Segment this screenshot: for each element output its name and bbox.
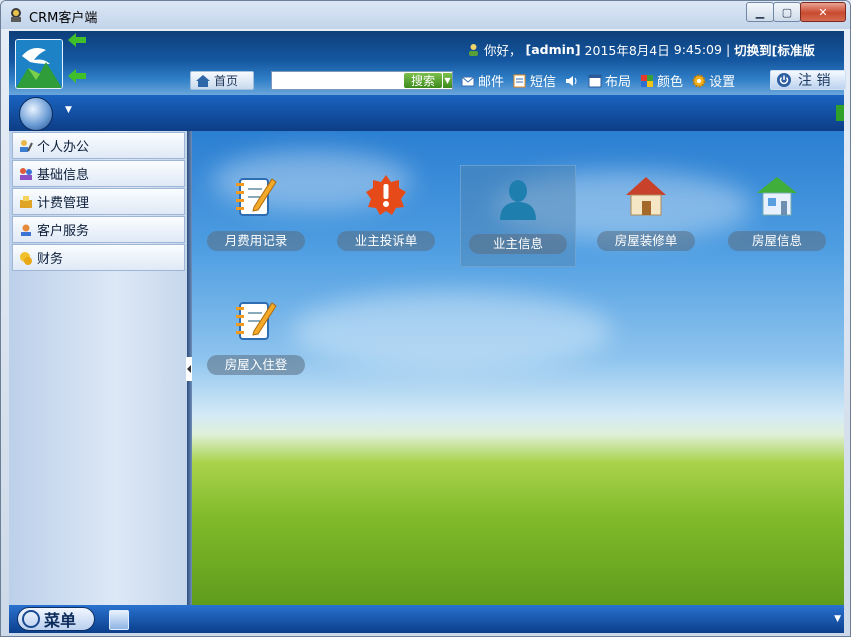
service-icon — [21, 224, 31, 236]
search-box: 搜索 ▼ — [271, 71, 453, 90]
search-dropdown[interactable]: ▼ — [443, 73, 452, 88]
notepad-icon — [236, 302, 277, 340]
start-menu-button[interactable]: 菜单 — [17, 607, 95, 631]
home-label: 首页 — [214, 74, 239, 88]
coin-icon — [20, 195, 32, 208]
header-separator: | — [725, 42, 731, 57]
switch-version-link[interactable]: 切换到[标准版 — [734, 40, 815, 59]
tile-house-check-in[interactable]: 房屋入住登 — [199, 287, 313, 387]
expand-handle[interactable] — [836, 105, 844, 121]
tile-owner-info[interactable]: 业主信息 — [460, 165, 576, 267]
user-icon — [469, 44, 478, 56]
menu-orb-icon — [22, 610, 40, 628]
sidebar-item-billing[interactable]: 计费管理 — [12, 188, 185, 215]
layout-label: 布局 — [605, 75, 632, 90]
maximize-button[interactable]: ▢ — [773, 2, 801, 22]
notepad-icon — [236, 178, 277, 216]
minimize-button[interactable]: ▁ — [746, 2, 774, 22]
toolbar: 邮件 短信 布局 颜色 设置 — [461, 71, 744, 90]
sms-label: 短信 — [530, 75, 557, 90]
title-bar: CRM客户端 ▁ ▢ ✕ — [1, 1, 850, 29]
sidebar-item-personal-office[interactable]: 个人办公 — [12, 132, 185, 159]
color-label: 颜色 — [657, 75, 684, 90]
desktop-area: 月费用记录 业主投诉单 业主信息 房屋装修单 房屋信息 房屋入住登 — [192, 131, 844, 605]
sidebar-item-label: 基础信息 — [37, 168, 90, 183]
settings-label: 设置 — [709, 75, 736, 90]
color-palette-icon — [641, 74, 654, 87]
cloud — [292, 291, 612, 371]
close-button[interactable]: ✕ — [800, 2, 846, 22]
tile-label: 房屋信息 — [728, 231, 826, 251]
sidebar-item-finance[interactable]: 财务 — [12, 244, 185, 271]
home-button[interactable]: 首页 — [190, 71, 254, 90]
app-icon — [11, 8, 21, 22]
tile-house-info[interactable]: 房屋信息 — [720, 163, 834, 263]
sidebar-item-label: 计费管理 — [37, 196, 90, 211]
username: [admin] — [525, 42, 581, 57]
date-text: 2015年8月4日 — [584, 43, 670, 58]
forward-arrow-icon[interactable] — [68, 69, 86, 83]
sidebar: 个人办公 基础信息 计费管理 客户服务 财务 — [9, 131, 188, 605]
person-pen-icon — [20, 139, 33, 152]
sound-button[interactable] — [565, 74, 579, 88]
sms-button[interactable]: 短信 — [513, 71, 556, 90]
search-button[interactable]: 搜索 — [404, 73, 442, 88]
power-icon — [777, 73, 791, 87]
people-icon — [20, 167, 32, 180]
gear-icon — [692, 74, 706, 87]
tile-label: 房屋装修单 — [597, 231, 695, 251]
chevron-down-icon[interactable]: ▼ — [65, 105, 72, 115]
sidebar-item-customer-service[interactable]: 客户服务 — [12, 216, 185, 243]
back-arrow-icon[interactable] — [68, 33, 86, 47]
time-text: 9:45:09 — [673, 42, 722, 57]
app-header: 你好， [admin] 2015年8月4日 9:45:09 | 切换到[标准版 首… — [9, 31, 846, 95]
tile-house-renovation[interactable]: 房屋装修单 — [589, 163, 703, 263]
tile-label: 业主投诉单 — [337, 231, 435, 251]
taskbar: 菜单 ▼ — [9, 605, 844, 633]
logout-button[interactable]: 注 销 — [770, 70, 846, 90]
layout-icon — [588, 74, 602, 87]
user-greeting: 你好， [admin] 2015年8月4日 9:45:09 | 切换到[标准版 — [467, 40, 815, 59]
sidebar-item-label: 个人办公 — [37, 140, 90, 155]
chevron-down-icon[interactable]: ▼ — [834, 614, 841, 624]
tile-label: 业主信息 — [469, 234, 567, 254]
tile-owner-complaint[interactable]: 业主投诉单 — [329, 163, 443, 263]
money-icon — [20, 251, 32, 265]
house-icon — [626, 177, 666, 216]
tile-label: 房屋入住登 — [207, 355, 305, 375]
search-input[interactable] — [272, 72, 408, 89]
alert-badge-icon — [366, 175, 406, 215]
speaker-icon — [566, 75, 577, 86]
tile-label: 月费用记录 — [207, 231, 305, 251]
home-icon — [196, 74, 210, 87]
sidebar-item-basic-info[interactable]: 基础信息 — [12, 160, 185, 187]
green-house-icon — [757, 177, 797, 216]
color-button[interactable]: 颜色 — [640, 71, 683, 90]
sidebar-item-label: 客户服务 — [37, 224, 90, 239]
menu-label: 菜单 — [44, 611, 77, 630]
sms-icon — [513, 74, 526, 87]
logout-label: 注 销 — [798, 73, 831, 89]
user-icon — [500, 180, 536, 220]
mail-label: 邮件 — [478, 75, 505, 90]
window-title: CRM客户端 — [29, 11, 98, 26]
tile-monthly-fee-record[interactable]: 月费用记录 — [199, 163, 313, 263]
app-window: CRM客户端 ▁ ▢ ✕ 你好， [admin] 2015年8月4日 9:45:0… — [0, 0, 851, 637]
mail-icon — [461, 76, 475, 86]
quick-launch-icon[interactable] — [109, 610, 129, 630]
start-orb-icon[interactable] — [19, 97, 53, 131]
company-logo — [15, 39, 63, 89]
mail-button[interactable]: 邮件 — [461, 71, 504, 90]
settings-button[interactable]: 设置 — [692, 71, 735, 90]
greeting-text: 你好， — [484, 43, 522, 58]
sidebar-item-label: 财务 — [37, 252, 64, 267]
menu-bar: ▼ — [9, 95, 844, 131]
layout-button[interactable]: 布局 — [588, 71, 631, 90]
